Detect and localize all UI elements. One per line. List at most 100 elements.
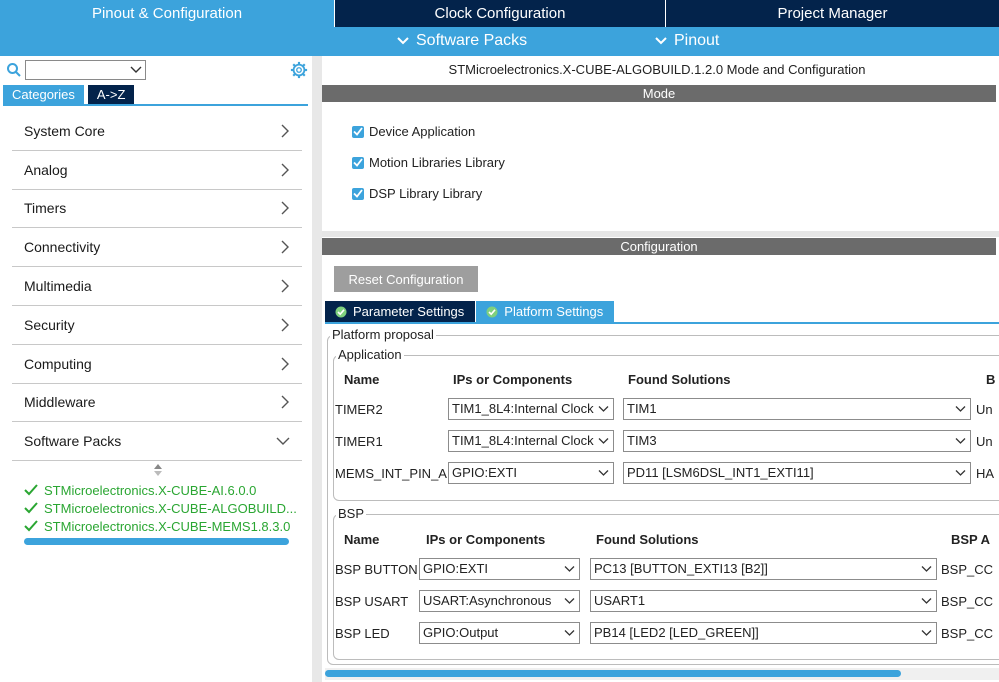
app-found-select[interactable]: PD11 [LSM6DSL_INT1_EXTI11] bbox=[623, 462, 971, 484]
tab-label: Platform Settings bbox=[504, 304, 604, 319]
pack-list-scrollbar[interactable] bbox=[24, 538, 289, 545]
app-ip-select[interactable]: GPIO:EXTI bbox=[448, 462, 614, 484]
pack-label: STMicroelectronics.X-CUBE-AI.6.0.0 bbox=[44, 482, 257, 498]
category-label: Middleware bbox=[24, 394, 96, 411]
chevron-down-icon bbox=[921, 566, 932, 572]
bsp-row-name: BSP BUTTON bbox=[335, 562, 418, 577]
left-panel-divider[interactable] bbox=[312, 56, 322, 682]
app-ip-select[interactable]: TIM1_8L4:Internal Clock bbox=[448, 430, 614, 452]
search-combo[interactable] bbox=[25, 60, 146, 80]
mode-device-application[interactable]: Device Application bbox=[352, 116, 505, 147]
category-security[interactable]: Security bbox=[12, 306, 302, 345]
checkbox-checked[interactable] bbox=[352, 156, 364, 169]
tab-project-manager[interactable]: Project Manager bbox=[666, 0, 999, 27]
mode-item-label: Motion Libraries Library bbox=[369, 155, 505, 170]
pack-label: STMicroelectronics.X-CUBE-ALGOBUILD... bbox=[44, 500, 297, 516]
bsp-row-extra: BSP_CC bbox=[941, 594, 994, 609]
select-value: PD11 [LSM6DSL_INT1_EXTI11] bbox=[627, 465, 814, 480]
category-label: Connectivity bbox=[24, 239, 101, 256]
tab-categories[interactable]: Categories bbox=[3, 85, 84, 104]
category-timers[interactable]: Timers bbox=[12, 190, 302, 229]
category-connectivity[interactable]: Connectivity bbox=[12, 228, 302, 268]
bsp-found-select[interactable]: PC13 [BUTTON_EXTI13 [B2]] bbox=[590, 558, 937, 580]
check-icon bbox=[24, 520, 38, 532]
bsp-header-found: Found Solutions bbox=[596, 532, 699, 547]
app-found-select[interactable]: TIM3 bbox=[623, 430, 971, 452]
tab-underline bbox=[3, 104, 308, 106]
pack-label: STMicroelectronics.X-CUBE-MEMS1.8.3.0 bbox=[44, 518, 291, 534]
bsp-row-extra: BSP_CC bbox=[941, 626, 994, 641]
chevron-down-icon bbox=[564, 630, 575, 636]
checkbox-checked[interactable] bbox=[352, 187, 364, 200]
check-icon bbox=[24, 502, 38, 514]
category-analog[interactable]: Analog bbox=[12, 151, 302, 190]
tab-a-to-z[interactable]: A->Z bbox=[87, 85, 135, 104]
section-splitter[interactable] bbox=[322, 231, 999, 237]
tab-label: Parameter Settings bbox=[353, 304, 465, 319]
pack-item-x-cube-algobuild[interactable]: STMicroelectronics.X-CUBE-ALGOBUILD... bbox=[24, 499, 297, 517]
category-label: Security bbox=[24, 316, 75, 333]
right-panel: STMicroelectronics.X-CUBE-ALGOBUILD.1.2.… bbox=[322, 56, 999, 682]
checkbox-checked[interactable] bbox=[352, 125, 364, 138]
category-label: Multimedia bbox=[24, 278, 92, 295]
app-row-extra: Un bbox=[976, 402, 993, 417]
mode-motion-libraries[interactable]: Motion Libraries Library bbox=[352, 147, 505, 178]
chevron-right-icon bbox=[281, 201, 289, 215]
bsp-ip-select[interactable]: GPIO:EXTI bbox=[419, 558, 580, 580]
category-label: Analog bbox=[24, 161, 68, 178]
bsp-header-ips: IPs or Components bbox=[426, 532, 546, 547]
pinout-menu[interactable]: Pinout bbox=[654, 32, 719, 50]
tab-pinout-configuration[interactable]: Pinout & Configuration bbox=[0, 0, 334, 27]
mode-dsp-library[interactable]: DSP Library Library bbox=[352, 178, 505, 209]
sub-menu-bar: Software Packs Pinout bbox=[0, 27, 999, 56]
pack-item-x-cube-mems1[interactable]: STMicroelectronics.X-CUBE-MEMS1.8.3.0 bbox=[24, 517, 297, 535]
app-found-select[interactable]: TIM1 bbox=[623, 398, 971, 420]
platform-proposal-legend: Platform proposal bbox=[330, 327, 436, 342]
category-software-packs[interactable]: Software Packs bbox=[12, 422, 302, 462]
chevron-down-icon bbox=[598, 438, 609, 444]
select-value: TIM3 bbox=[627, 433, 657, 448]
check-circle-icon bbox=[335, 306, 347, 317]
chevron-down-icon bbox=[130, 66, 142, 73]
chevron-down-icon bbox=[397, 37, 409, 45]
tab-clock-configuration[interactable]: Clock Configuration bbox=[335, 0, 665, 27]
app-header-name: Name bbox=[344, 372, 380, 387]
bsp-found-select[interactable]: USART1 bbox=[590, 590, 937, 612]
app-header-found: Found Solutions bbox=[628, 372, 731, 387]
chevron-right-icon bbox=[281, 279, 289, 293]
app-row-name: TIMER1 bbox=[335, 434, 383, 449]
app-header-extra: B bbox=[986, 372, 996, 387]
select-value: PB14 [LED2 [LED_GREEN]] bbox=[594, 625, 759, 640]
category-multimedia[interactable]: Multimedia bbox=[12, 267, 302, 306]
top-tab-bar: Pinout & Configuration Clock Configurati… bbox=[0, 0, 999, 27]
chevron-right-icon bbox=[281, 163, 289, 177]
tab-parameter-settings[interactable]: Parameter Settings bbox=[325, 301, 476, 322]
sort-icon[interactable] bbox=[153, 464, 163, 476]
category-middleware[interactable]: Middleware bbox=[12, 384, 302, 423]
chevron-down-icon bbox=[564, 566, 575, 572]
chevron-down-icon bbox=[598, 470, 609, 476]
reset-configuration-button[interactable]: Reset Configuration bbox=[334, 266, 478, 292]
category-list: System Core Analog Timers Connectivity M… bbox=[12, 112, 302, 462]
pack-item-x-cube-ai[interactable]: STMicroelectronics.X-CUBE-AI.6.0.0 bbox=[24, 481, 297, 499]
search-icon[interactable] bbox=[6, 62, 22, 78]
bsp-ip-select[interactable]: GPIO:Output bbox=[419, 622, 580, 644]
tab-platform-settings[interactable]: Platform Settings bbox=[476, 301, 615, 322]
chevron-down-icon bbox=[921, 630, 932, 636]
software-packs-menu[interactable]: Software Packs bbox=[396, 32, 527, 50]
bsp-legend: BSP bbox=[336, 506, 367, 521]
bsp-ip-select[interactable]: USART:Asynchronous bbox=[419, 590, 580, 612]
gear-icon[interactable] bbox=[290, 61, 308, 79]
app-row-extra: HA bbox=[976, 466, 995, 481]
category-tabs: Categories A->Z bbox=[3, 85, 135, 104]
category-computing[interactable]: Computing bbox=[12, 345, 302, 384]
left-panel: Categories A->Z System Core Analog Timer… bbox=[0, 56, 316, 682]
mode-item-label: DSP Library Library bbox=[369, 186, 483, 201]
chevron-right-icon bbox=[281, 395, 289, 409]
bsp-found-select[interactable]: PB14 [LED2 [LED_GREEN]] bbox=[590, 622, 937, 644]
application-legend: Application bbox=[336, 347, 404, 362]
category-system-core[interactable]: System Core bbox=[12, 112, 302, 151]
app-ip-select[interactable]: TIM1_8L4:Internal Clock bbox=[448, 398, 614, 420]
tab-underline bbox=[325, 322, 999, 324]
horizontal-scrollbar-thumb[interactable] bbox=[325, 670, 901, 677]
